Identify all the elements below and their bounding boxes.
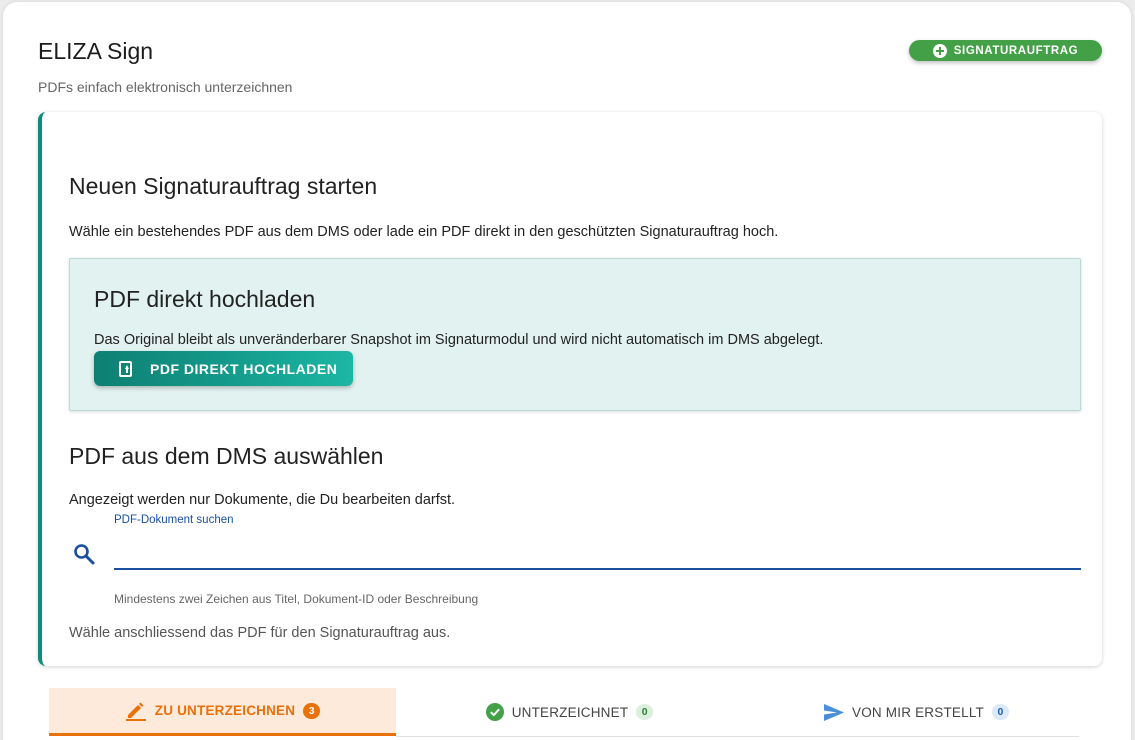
search-icon[interactable] <box>72 542 96 566</box>
search-hint: Mindestens zwei Zeichen aus Titel, Dokum… <box>114 592 479 606</box>
pen-icon <box>125 702 146 721</box>
tab-created-by-me[interactable]: VON MIR ERSTELLT 0 <box>743 688 1090 736</box>
start-signature-card: Neuen Signaturauftrag starten Wähle ein … <box>38 112 1102 666</box>
upload-section: PDF direkt hochladen Das Original bleibt… <box>69 258 1081 411</box>
tab-signed-label: UNTERZEICHNET <box>511 704 629 720</box>
card-description: Wähle ein bestehendes PDF aus dem DMS od… <box>69 224 779 240</box>
upload-pdf-label: PDF DIREKT HOCHLADEN <box>150 360 338 377</box>
tab-to-sign-count: 3 <box>303 702 321 719</box>
dms-description: Angezeigt werden nur Dokumente, die Du b… <box>69 492 456 508</box>
tab-signed[interactable]: UNTERZEICHNET 0 <box>396 688 743 736</box>
tab-bar: ZU UNTERZEICHNEN 3 UNTERZEICHNET 0 VON M… <box>49 688 1079 740</box>
tab-signed-count: 0 <box>636 704 654 720</box>
upload-pdf-button[interactable]: PDF DIREKT HOCHLADEN <box>94 351 353 386</box>
send-icon <box>824 703 844 721</box>
upload-description: Das Original bleibt als unveränderbarer … <box>94 332 824 348</box>
app-subtitle: PDFs einfach elektronisch unterzeichnen <box>38 79 293 95</box>
tab-created-by-me-count: 0 <box>991 704 1009 720</box>
check-circle-icon <box>485 703 504 721</box>
new-signature-request-button[interactable]: SIGNATURAUFTRAG <box>909 40 1102 61</box>
card-title: Neuen Signaturauftrag starten <box>69 173 378 199</box>
search-label: PDF-Dokument suchen <box>114 514 234 526</box>
pdf-search-input[interactable] <box>114 534 1081 570</box>
file-upload-icon <box>119 360 132 377</box>
plus-circle-icon <box>932 43 947 58</box>
new-signature-request-label: SIGNATURAUFTRAG <box>953 44 1079 57</box>
app-title: ELIZA Sign <box>38 38 154 64</box>
tab-to-sign[interactable]: ZU UNTERZEICHNEN 3 <box>49 688 396 736</box>
upload-title: PDF direkt hochladen <box>94 286 316 312</box>
app-window: ELIZA Sign PDFs einfach elektronisch unt… <box>3 2 1131 740</box>
tab-created-by-me-label: VON MIR ERSTELLT <box>852 704 984 720</box>
dms-title: PDF aus dem DMS auswählen <box>69 443 384 469</box>
card-footer-text: Wähle anschliessend das PDF für den Sign… <box>69 625 451 641</box>
tab-divider <box>396 736 1079 737</box>
tab-to-sign-label: ZU UNTERZEICHNEN <box>154 703 296 718</box>
